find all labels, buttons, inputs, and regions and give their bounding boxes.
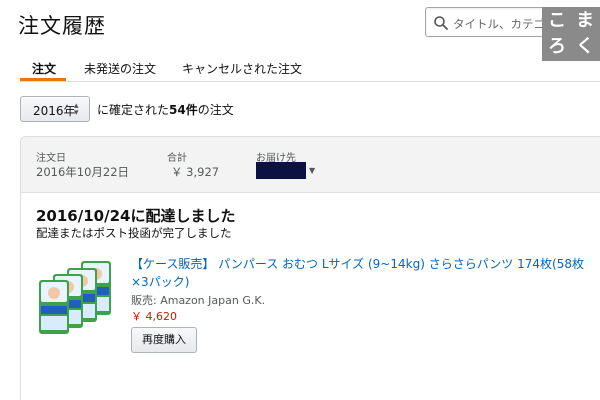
caret-down-icon[interactable]: ▼ — [309, 166, 315, 175]
product-title-link[interactable]: 【ケース販売】 パンパース おむつ Lサイズ (9~14kg) さらさらパンツ … — [131, 255, 600, 291]
delivery-status-title: 2016/10/24に配達しました — [36, 207, 236, 225]
summary-suffix: の注文 — [197, 103, 234, 117]
tab-orders[interactable]: 注文 — [32, 60, 56, 77]
product-image[interactable] — [39, 257, 121, 335]
order-count: 54件 — [169, 103, 198, 117]
search-icon — [434, 16, 448, 30]
active-tab-indicator — [20, 78, 66, 81]
tab-unshipped-orders[interactable]: 未発送の注文 — [84, 60, 156, 77]
order-tabs: 注文 未発送の注文 キャンセルされた注文 — [20, 56, 600, 82]
updown-chevron-icon: ▴ ▾ — [74, 101, 79, 118]
order-card: 注文日 2016年10月22日 合計 ￥ 3,927 お届け先 ▼ 2016/1… — [20, 136, 600, 400]
order-date-label: 注文日 — [36, 153, 66, 164]
buy-again-button[interactable]: 再度購入 — [131, 327, 197, 353]
year-filter-select[interactable]: 2016年 ▴ ▾ — [20, 96, 90, 122]
order-total-value: ￥ 3,927 — [171, 165, 220, 179]
watermark-logo: こ ま ろ く — [542, 7, 600, 61]
seller-text: 販売: Amazon Japan G.K. — [131, 294, 266, 307]
logo-char: ま — [576, 10, 594, 31]
item-price: ￥ 4,620 — [131, 310, 177, 323]
delivery-status-subtitle: 配達またはポスト投函が完了しました — [36, 226, 232, 240]
page-title: 注文履歴 — [18, 14, 106, 38]
summary-prefix: に確定された — [97, 103, 170, 117]
order-count-summary: に確定された54件の注文 — [97, 101, 234, 118]
order-date-value: 2016年10月22日 — [36, 165, 130, 179]
logo-char: こ — [548, 10, 566, 31]
tab-cancelled-orders[interactable]: キャンセルされた注文 — [182, 60, 302, 77]
order-total-label: 合計 — [167, 153, 187, 164]
order-header: 注文日 2016年10月22日 合計 ￥ 3,927 お届け先 ▼ — [21, 137, 600, 193]
ship-to-recipient-redacted[interactable] — [256, 162, 306, 179]
year-filter-value: 2016年 — [33, 104, 76, 118]
